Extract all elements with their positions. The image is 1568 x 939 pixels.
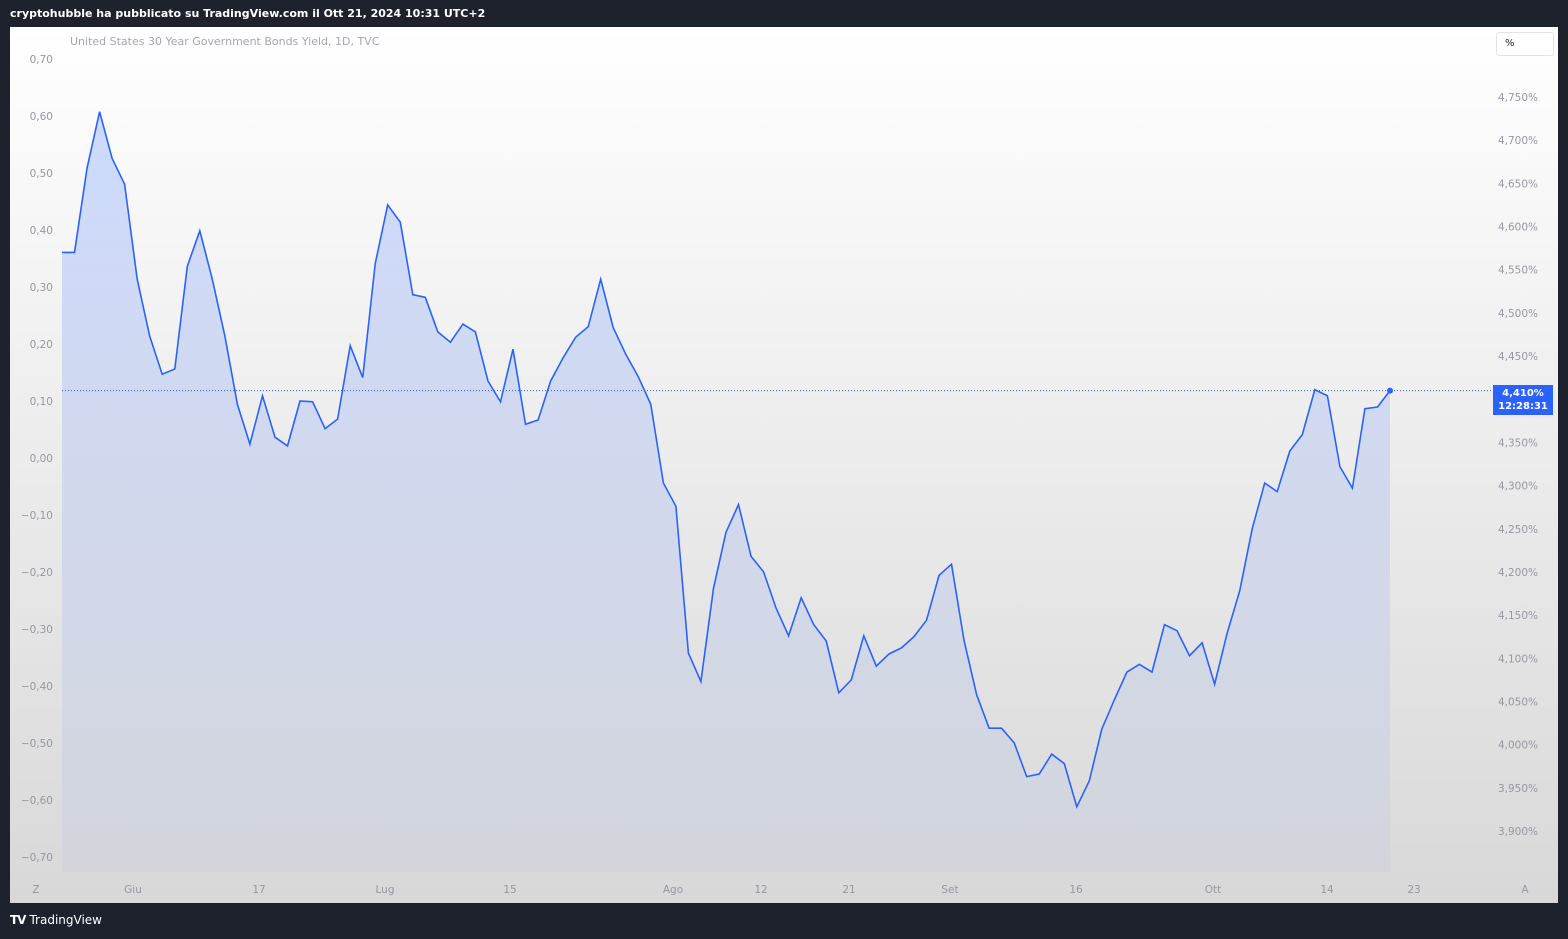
right-axis-tick-label: 4,550%	[1498, 265, 1538, 277]
right-axis-tick-label: 4,250%	[1498, 524, 1538, 536]
last-value: 4,410%	[1502, 388, 1544, 399]
left-axis-tick-label: −0,20	[21, 567, 53, 579]
right-axis-tick-label: 4,350%	[1498, 437, 1538, 449]
left-axis-tick-label: −0,30	[21, 624, 53, 636]
countdown: 12:28:31	[1498, 401, 1548, 412]
x-axis-tick-label: 23	[1407, 884, 1420, 896]
x-axis-tick-label: 15	[503, 884, 516, 896]
x-axis-tick-label: Lug	[376, 884, 395, 896]
left-axis-tick-label: 0,20	[30, 339, 53, 351]
x-axis-tick-label: 21	[842, 884, 855, 896]
brand-name: TradingView	[29, 913, 102, 927]
x-axis-tick-label: A	[1521, 884, 1529, 896]
chart-title: United States 30 Year Government Bonds Y…	[70, 35, 380, 48]
unit-button[interactable]: %	[1496, 32, 1554, 56]
right-axis-tick-label: 3,900%	[1498, 826, 1538, 838]
left-axis-tick-label: −0,50	[21, 738, 53, 750]
last-point	[1387, 387, 1393, 394]
right-axis-tick-label: 4,450%	[1498, 351, 1538, 363]
left-axis-tick-label: 0,50	[30, 168, 53, 180]
right-axis-tick-label: 4,600%	[1498, 222, 1538, 234]
x-axis-tick-label: Set	[941, 884, 958, 896]
right-axis-tick-label: 4,200%	[1498, 567, 1538, 579]
tradingview-brand[interactable]: TV TradingView	[10, 913, 102, 927]
x-axis-tick-label: Ago	[663, 884, 683, 896]
left-axis-tick-label: 0,30	[30, 282, 53, 294]
left-axis-tick-label: 0,60	[30, 111, 53, 123]
right-axis-tick-label: 4,500%	[1498, 308, 1538, 320]
right-axis-tick-label: 4,750%	[1498, 92, 1538, 104]
left-axis-tick-label: 0,70	[30, 54, 53, 66]
tradingview-logo-icon: TV	[10, 913, 27, 927]
left-axis-tick-label: −0,40	[21, 681, 53, 693]
right-axis-tick-label: 4,000%	[1498, 740, 1538, 752]
right-axis-tick-label: 4,700%	[1498, 135, 1538, 147]
right-axis-tick-label: 4,300%	[1498, 481, 1538, 493]
x-axis-tick-label: Ott	[1205, 884, 1222, 896]
left-axis-tick-label: −0,10	[21, 510, 53, 522]
area-fill	[62, 111, 1390, 872]
right-axis-tick-label: 4,100%	[1498, 653, 1538, 665]
x-axis-tick-label: 17	[252, 884, 265, 896]
left-axis-tick-label: 0,40	[30, 225, 53, 237]
x-axis-tick-label: Giu	[124, 884, 142, 896]
x-axis-tick-label: 16	[1069, 884, 1083, 896]
left-axis-tick-label: −0,70	[21, 852, 53, 864]
chart-svg: United States 30 Year Government Bonds Y…	[21, 35, 1538, 896]
x-axis-tick-label: 12	[754, 884, 767, 896]
x-axis-tick-label: 14	[1320, 884, 1334, 896]
left-axis-tick-label: −0,60	[21, 795, 53, 807]
left-axis-tick-label: 0,10	[30, 396, 53, 408]
right-axis-tick-label: 4,150%	[1498, 610, 1538, 622]
x-axis-tick-label: Z	[32, 884, 39, 896]
right-axis-tick-label: 4,650%	[1498, 178, 1538, 190]
right-axis-tick-label: 3,950%	[1498, 783, 1538, 795]
last-price-label: 4,410% 12:28:31	[1493, 385, 1553, 415]
left-axis-tick-label: 0,00	[30, 453, 53, 465]
right-axis-tick-label: 4,050%	[1498, 696, 1538, 708]
